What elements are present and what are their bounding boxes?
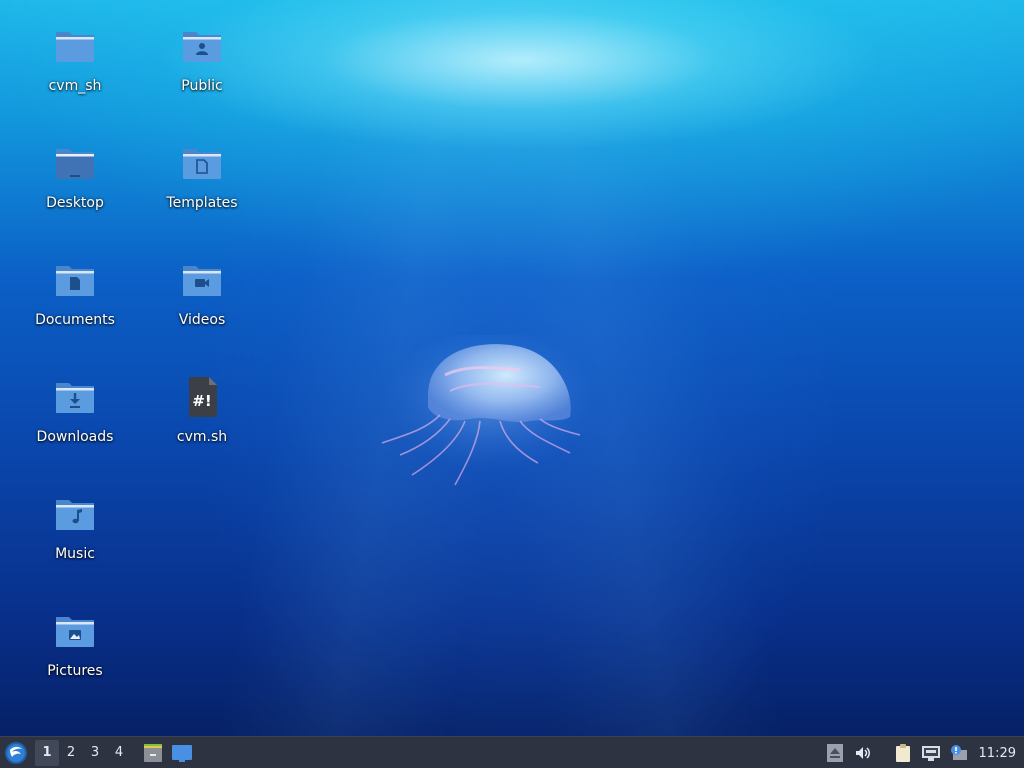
folder-icon (51, 22, 99, 74)
workspace-3-button[interactable]: 3 (83, 740, 107, 766)
desktop-icon-downloads[interactable]: Downloads (20, 373, 130, 463)
folder-downloads-icon (51, 373, 99, 425)
folder-public-icon (178, 22, 226, 74)
folder-templates-icon (178, 139, 226, 191)
file-manager-launcher[interactable] (140, 740, 166, 766)
desktop-icon-desktop[interactable]: Desktop (20, 139, 130, 229)
workspace-1-button[interactable]: 1 (35, 739, 59, 766)
desktop-icon-label: Templates (166, 195, 238, 211)
desktop-icon-label: Documents (35, 312, 115, 328)
show-desktop-button[interactable] (169, 740, 195, 766)
desktop-icon-label: Desktop (46, 195, 104, 211)
desktop-icon-videos[interactable]: Videos (147, 256, 257, 346)
desktop-icon-label: Downloads (36, 429, 114, 445)
folder-desktop-icon (51, 139, 99, 191)
desktop-icon-label: cvm.sh (176, 429, 228, 445)
desktop-icon-label: Music (55, 546, 95, 562)
network-icon (921, 746, 940, 761)
desktop-icon-templates[interactable]: Templates (147, 139, 257, 229)
desktop-icon-pictures[interactable]: Pictures (20, 607, 130, 697)
workspace-switcher: 1234 (35, 739, 131, 766)
folder-documents-icon (51, 256, 99, 308)
wallpaper-jellyfish (381, 335, 590, 486)
desktop-icon-label: Public (181, 78, 223, 94)
taskbar: 1234 11:29 (0, 736, 1024, 768)
workspace-2-button[interactable]: 2 (59, 740, 83, 766)
desktop-icon-label: cvm_sh (48, 78, 102, 94)
file-manager-icon (144, 743, 162, 762)
folder-videos-icon (178, 256, 226, 308)
desktop-icon-label: Videos (178, 312, 226, 328)
application-menu-button[interactable] (1, 738, 31, 768)
lxqt-menu-icon (5, 741, 27, 764)
workspace-4-button[interactable]: 4 (107, 740, 131, 766)
svg-text:#!: #! (192, 392, 211, 410)
volume-icon (855, 747, 870, 759)
shell-script-icon: #! (178, 373, 226, 425)
clock[interactable]: 11:29 (973, 746, 1024, 761)
show-desktop-icon (172, 744, 192, 762)
folder-pictures-icon (51, 607, 99, 659)
desktop-icon-documents[interactable]: Documents (20, 256, 130, 346)
network-button[interactable] (918, 740, 944, 766)
system-tray: 11:29 (821, 737, 1024, 768)
update-notifier-icon (950, 745, 967, 760)
folder-music-icon (51, 490, 99, 542)
clipboard-button[interactable] (890, 740, 916, 766)
update-notifier-button[interactable] (946, 740, 972, 766)
clipboard-icon (895, 744, 910, 762)
desktop-icon-cvm-sh[interactable]: #! cvm.sh (147, 373, 257, 463)
volume-button[interactable] (850, 740, 876, 766)
eject-icon (826, 744, 843, 762)
desktop-icon-music[interactable]: Music (20, 490, 130, 580)
desktop-icon-public[interactable]: Public (147, 22, 257, 112)
desktop-icon-cvm-sh[interactable]: cvm_sh (20, 22, 130, 112)
desktop-icon-label: Pictures (47, 663, 103, 679)
volume-eject-button[interactable] (822, 740, 848, 766)
